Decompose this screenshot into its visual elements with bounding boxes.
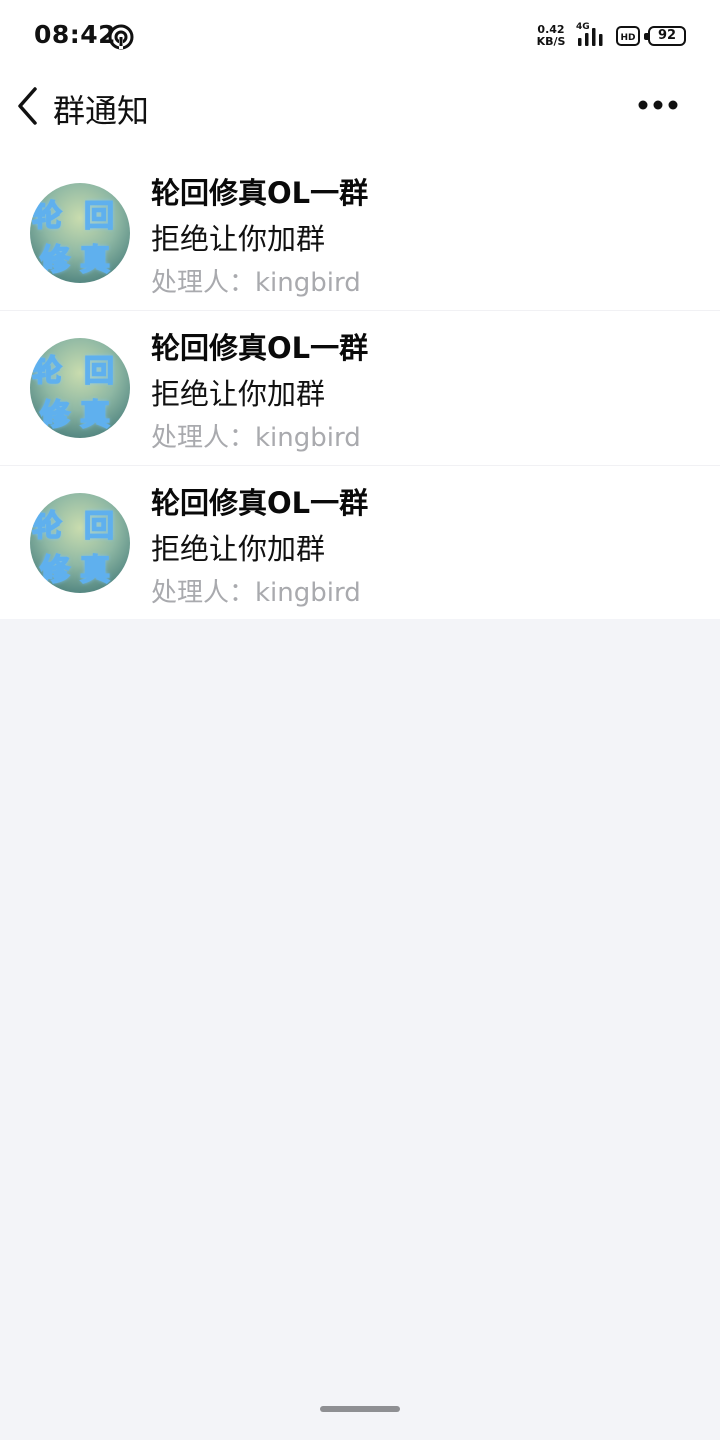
notification-item[interactable]: 轮 回 修 真 轮回修真OL一群 拒绝让你加群 处理人：kingbird (0, 156, 720, 311)
hotspot-icon (108, 24, 134, 50)
notification-status: 拒绝让你加群 (151, 222, 326, 256)
group-avatar: 轮 回 修 真 (30, 183, 130, 283)
group-avatar: 轮 回 修 真 (30, 338, 130, 438)
back-arrow-icon[interactable] (10, 84, 46, 128)
avatar-char: 修 (39, 242, 71, 279)
avatar-char: 真 (79, 242, 111, 279)
network-speed: 0.42 KB/S (534, 24, 568, 48)
avatar-char: 修 (39, 397, 71, 434)
battery-icon: 92 (644, 26, 686, 46)
status-time: 08:42 (34, 20, 117, 49)
notification-status: 拒绝让你加群 (151, 377, 326, 411)
notification-item[interactable]: 轮 回 修 真 轮回修真OL一群 拒绝让你加群 处理人：kingbird (0, 311, 720, 466)
handler-label: 处理人：kingbird (151, 578, 361, 608)
hd-voice-icon: HD (616, 26, 640, 46)
avatar-char: 轮 (31, 353, 63, 390)
avatar-char: 真 (79, 397, 111, 434)
network-speed-unit: KB/S (536, 35, 566, 48)
home-indicator[interactable] (320, 1406, 400, 1412)
handler-label: 处理人：kingbird (151, 268, 361, 298)
avatar-char: 回 (83, 198, 115, 235)
avatar-char: 轮 (31, 508, 63, 545)
notification-item[interactable]: 轮 回 修 真 轮回修真OL一群 拒绝让你加群 处理人：kingbird (0, 466, 720, 619)
signal-strength-icon (578, 28, 603, 46)
avatar-char: 回 (83, 508, 115, 545)
avatar-char: 回 (83, 353, 115, 390)
hd-label: HD (620, 33, 635, 43)
notification-list: 轮 回 修 真 轮回修真OL一群 拒绝让你加群 处理人：kingbird 轮 回… (0, 156, 720, 619)
group-name: 轮回修真OL一群 (151, 486, 369, 520)
avatar-char: 修 (39, 552, 71, 589)
handler-label: 处理人：kingbird (151, 423, 361, 453)
group-name: 轮回修真OL一群 (151, 176, 369, 210)
notification-status: 拒绝让你加群 (151, 532, 326, 566)
status-bar: 08:42 0.42 KB/S 4G HD 92 (0, 0, 720, 70)
group-name: 轮回修真OL一群 (151, 331, 369, 365)
page-title: 群通知 (53, 92, 150, 130)
navigation-bar: 群通知 (0, 70, 720, 156)
group-avatar: 轮 回 修 真 (30, 493, 130, 593)
avatar-char: 轮 (31, 198, 63, 235)
more-options-icon[interactable] (636, 92, 680, 118)
avatar-char: 真 (79, 552, 111, 589)
